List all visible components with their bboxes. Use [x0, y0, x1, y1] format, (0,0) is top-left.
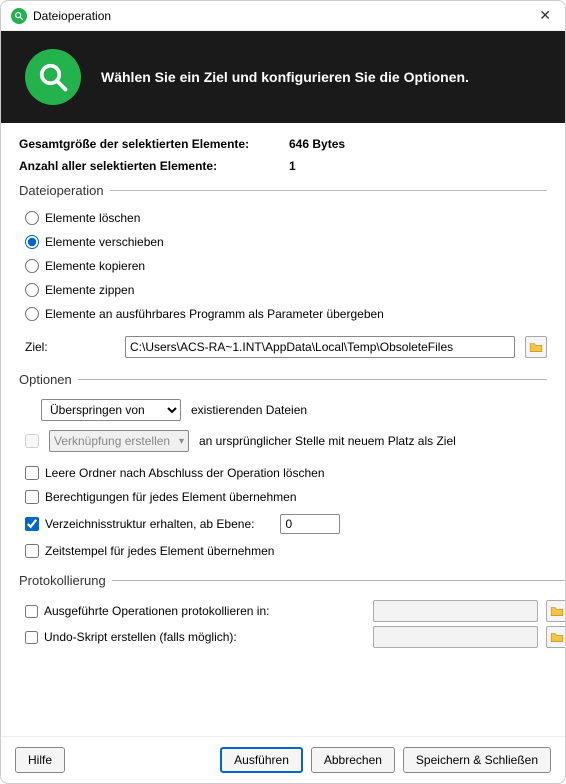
copy-perms-check[interactable] — [25, 490, 39, 504]
radio-zip-label[interactable]: Elemente zippen — [45, 283, 134, 297]
undo-label[interactable]: Undo-Skript erstellen (falls möglich): — [44, 630, 237, 644]
folder-icon — [529, 341, 543, 353]
radio-move-row[interactable]: Elemente verschieben — [25, 230, 547, 254]
cancel-button[interactable]: Abbrechen — [311, 747, 395, 773]
close-icon[interactable]: ✕ — [535, 7, 555, 24]
radio-copy-label[interactable]: Elemente kopieren — [45, 259, 145, 273]
folder-icon — [550, 631, 564, 643]
run-button[interactable]: Ausführen — [220, 747, 303, 773]
undo-row: Undo-Skript erstellen (falls möglich): — [25, 626, 565, 648]
shortcut-combo-label: Verknüpfung erstellen — [54, 434, 170, 448]
shortcut-check — [25, 434, 39, 448]
target-input[interactable] — [125, 336, 515, 358]
undo-check[interactable] — [25, 631, 38, 644]
log-ops-path — [373, 600, 538, 622]
copy-timestamps-label[interactable]: Zeitstempel für jedes Element übernehmen — [45, 544, 274, 558]
chevron-down-icon: ▾ — [179, 436, 184, 447]
radio-delete-label[interactable]: Elemente löschen — [45, 211, 140, 225]
delete-empty-label[interactable]: Leere Ordner nach Abschluss der Operatio… — [45, 466, 325, 480]
logging-group: Protokollierung Ausgeführte Operationen … — [19, 573, 565, 652]
radio-move[interactable] — [25, 235, 39, 249]
radio-exec-label[interactable]: Elemente an ausführbares Programm als Pa… — [45, 307, 384, 321]
log-ops-check[interactable] — [25, 605, 38, 618]
log-ops-row: Ausgeführte Operationen protokollieren i… — [25, 600, 565, 622]
app-icon — [11, 8, 27, 24]
options-group: Optionen Überspringen von existierenden … — [19, 372, 547, 563]
copy-timestamps-check[interactable] — [25, 544, 39, 558]
delete-empty-check[interactable] — [25, 466, 39, 480]
info-count-value: 1 — [289, 159, 296, 173]
window-title: Dateioperation — [33, 9, 535, 23]
radio-delete-row[interactable]: Elemente löschen — [25, 206, 547, 230]
footer-spacer — [73, 747, 212, 773]
target-row: Ziel: — [25, 336, 547, 358]
content: Gesamtgröße der selektierten Elemente: 6… — [1, 123, 565, 736]
header: Wählen Sie ein Ziel und konfigurieren Si… — [1, 31, 565, 123]
radio-delete[interactable] — [25, 211, 39, 225]
info-count-label: Anzahl aller selektierten Elemente: — [19, 159, 289, 173]
keep-structure-label[interactable]: Verzeichnisstruktur erhalten, ab Ebene: — [45, 517, 254, 531]
folder-icon — [550, 605, 564, 617]
keep-structure-check[interactable] — [25, 517, 39, 531]
delete-empty-row[interactable]: Leere Ordner nach Abschluss der Operatio… — [25, 461, 547, 485]
copy-timestamps-row[interactable]: Zeitstempel für jedes Element übernehmen — [25, 539, 547, 563]
info-size-value: 646 Bytes — [289, 137, 345, 151]
browse-log-button[interactable] — [546, 600, 565, 622]
options-legend: Optionen — [19, 372, 78, 387]
log-ops-label[interactable]: Ausgeführte Operationen protokollieren i… — [44, 604, 269, 618]
titlebar: Dateioperation ✕ — [1, 1, 565, 31]
operation-group: Dateioperation Elemente löschen Elemente… — [19, 183, 547, 362]
info-count: Anzahl aller selektierten Elemente: 1 — [19, 159, 547, 173]
radio-exec[interactable] — [25, 307, 39, 321]
skip-mode-select[interactable]: Überspringen von — [41, 399, 181, 421]
shortcut-row: Verknüpfung erstellen ▾ an ursprüngliche… — [25, 425, 547, 457]
keep-structure-row[interactable]: Verzeichnisstruktur erhalten, ab Ebene: — [25, 509, 547, 539]
shortcut-combo: Verknüpfung erstellen ▾ — [49, 430, 189, 452]
radio-zip[interactable] — [25, 283, 39, 297]
skip-row: Überspringen von existierenden Dateien — [41, 399, 547, 421]
undo-path — [373, 626, 538, 648]
radio-copy-row[interactable]: Elemente kopieren — [25, 254, 547, 278]
target-label: Ziel: — [25, 340, 115, 354]
footer: Hilfe Ausführen Abbrechen Speichern & Sc… — [1, 736, 565, 783]
operation-legend: Dateioperation — [19, 183, 110, 198]
radio-zip-row[interactable]: Elemente zippen — [25, 278, 547, 302]
search-icon — [25, 49, 81, 105]
help-button[interactable]: Hilfe — [15, 747, 65, 773]
radio-copy[interactable] — [25, 259, 39, 273]
copy-perms-row[interactable]: Berechtigungen für jedes Element überneh… — [25, 485, 547, 509]
shortcut-suffix: an ursprünglicher Stelle mit neuem Platz… — [199, 434, 456, 448]
info-size-label: Gesamtgröße der selektierten Elemente: — [19, 137, 289, 151]
headline: Wählen Sie ein Ziel und konfigurieren Si… — [101, 69, 469, 85]
logging-legend: Protokollierung — [19, 573, 112, 588]
copy-perms-label[interactable]: Berechtigungen für jedes Element überneh… — [45, 490, 297, 504]
level-spinner[interactable] — [280, 514, 340, 534]
save-close-button[interactable]: Speichern & Schließen — [403, 747, 551, 773]
browse-target-button[interactable] — [525, 336, 547, 358]
info-size: Gesamtgröße der selektierten Elemente: 6… — [19, 137, 547, 151]
radio-exec-row[interactable]: Elemente an ausführbares Programm als Pa… — [25, 302, 547, 326]
skip-suffix: existierenden Dateien — [191, 403, 307, 417]
radio-move-label[interactable]: Elemente verschieben — [45, 235, 164, 249]
browse-undo-button[interactable] — [546, 626, 565, 648]
